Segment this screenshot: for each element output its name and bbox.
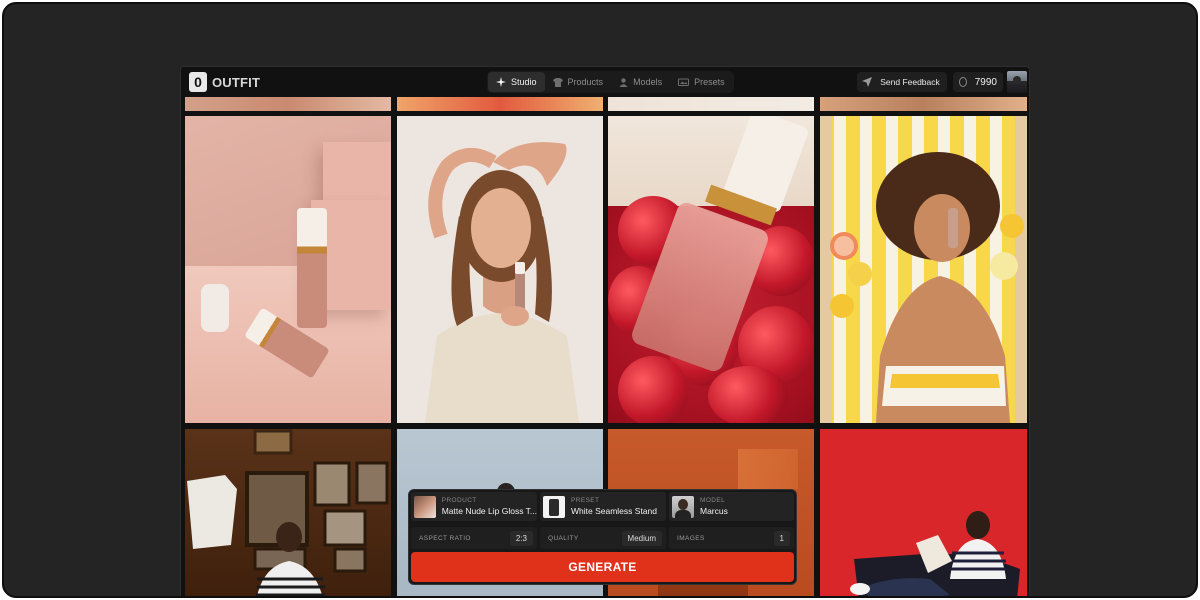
gallery-tile-partial[interactable] <box>397 97 603 111</box>
person-icon <box>619 77 628 87</box>
images-option[interactable]: IMAGES 1 <box>669 527 794 549</box>
logo[interactable]: 0 OUTFIT <box>189 72 260 92</box>
product-label: PRODUCT <box>441 497 477 504</box>
aspect-ratio-value[interactable]: 2:3 <box>509 530 533 546</box>
quality-option[interactable]: QUALITY Medium <box>540 527 666 549</box>
man-reading-chair <box>850 511 1020 596</box>
woman-portrait <box>425 142 579 423</box>
gallery-tile-man-wood-wall[interactable] <box>185 429 391 596</box>
nav-presets[interactable]: Presets <box>670 72 733 92</box>
header-actions: Send Feedback 7990 <box>857 71 1027 93</box>
nav-products-label: Products <box>567 77 604 87</box>
product-value: Matte Nude Lip Gloss T... <box>441 506 537 516</box>
credits-count: 7990 <box>974 76 997 88</box>
send-icon <box>857 72 877 92</box>
quality-label: QUALITY <box>548 534 579 542</box>
gallery-tile-partial[interactable] <box>820 97 1027 111</box>
top-bar: 0 OUTFIT Studio Products Models Presets … <box>181 67 1029 97</box>
quality-value[interactable]: Medium <box>621 530 662 546</box>
user-avatar[interactable] <box>1007 71 1027 93</box>
app-window: 0 OUTFIT Studio Products Models Presets … <box>2 2 1198 598</box>
product-selector[interactable]: PRODUCT Matte Nude Lip Gloss T... <box>411 492 537 521</box>
generate-panel: PRODUCT Matte Nude Lip Gloss T... PRESET… <box>408 489 797 585</box>
gallery-tile-raspberries[interactable] <box>608 116 814 423</box>
nav-studio-label: Studio <box>511 77 537 87</box>
coin-icon <box>958 77 967 87</box>
preset-thumbnail <box>543 495 565 518</box>
product-thumbnail <box>414 495 436 518</box>
logo-mark: 0 <box>189 72 207 92</box>
preset-label: PRESET <box>571 497 600 504</box>
aspect-ratio-option[interactable]: ASPECT RATIO 2:3 <box>411 527 537 549</box>
gallery-tile-partial[interactable] <box>185 97 391 111</box>
gallery-tile-woman-gloss[interactable] <box>397 116 603 423</box>
model-value: Marcus <box>700 506 728 516</box>
model-thumbnail <box>672 495 694 518</box>
nav-models-label: Models <box>633 77 663 87</box>
images-label: IMAGES <box>677 534 705 542</box>
raspberry <box>708 366 788 423</box>
gloss-cap <box>201 284 229 332</box>
pink-block <box>323 142 391 202</box>
options-row: ASPECT RATIO 2:3 QUALITY Medium IMAGES 1 <box>411 527 794 549</box>
nav-presets-label: Presets <box>694 77 725 87</box>
credits-badge[interactable]: 7990 <box>952 72 1003 92</box>
logo-text: OUTFIT <box>212 74 261 90</box>
selection-row: PRODUCT Matte Nude Lip Gloss T... PRESET… <box>411 492 794 521</box>
shirt-icon <box>552 77 563 87</box>
gallery-tile-red-backdrop[interactable] <box>820 429 1027 596</box>
image-stack-icon <box>678 78 690 86</box>
gallery-tile-beach-towel[interactable] <box>820 116 1027 423</box>
man-wall-frames <box>187 429 389 596</box>
model-selector[interactable]: MODEL Marcus <box>669 492 794 521</box>
main-nav: Studio Products Models Presets <box>487 71 734 93</box>
send-feedback-button[interactable]: Send Feedback <box>857 72 947 92</box>
raspberry <box>618 356 688 423</box>
nav-products[interactable]: Products <box>545 72 612 92</box>
generate-button[interactable]: GENERATE <box>411 552 794 582</box>
sparkle-icon <box>496 77 506 87</box>
preset-value: White Seamless Stand <box>571 506 657 516</box>
nav-studio[interactable]: Studio <box>488 72 545 92</box>
gloss-bottle <box>297 208 327 328</box>
nav-models[interactable]: Models <box>611 72 670 92</box>
images-value[interactable]: 1 <box>773 530 790 546</box>
aspect-ratio-label: ASPECT RATIO <box>419 534 471 542</box>
preset-selector[interactable]: PRESET White Seamless Stand <box>540 492 666 521</box>
window-light <box>738 449 798 489</box>
woman-on-towel <box>820 116 1027 423</box>
gallery-tile-lip-gloss-still-life[interactable] <box>185 116 391 423</box>
gallery-tile-partial[interactable] <box>608 97 814 111</box>
send-feedback-label: Send Feedback <box>880 77 940 87</box>
model-label: MODEL <box>700 497 726 504</box>
